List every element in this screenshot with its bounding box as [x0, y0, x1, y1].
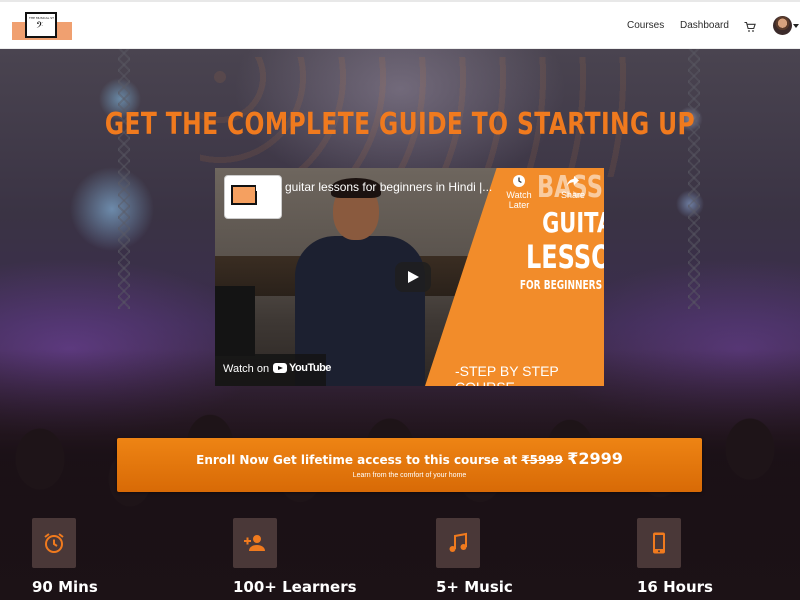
- enroll-main-text: Enroll Now Get lifetime access to this c…: [117, 449, 702, 468]
- feature-tile-music: [436, 518, 480, 568]
- feature-tile-duration: [32, 518, 76, 568]
- thumb-text-lessons: LESSONS: [525, 238, 604, 276]
- add-person-icon: [244, 535, 265, 551]
- watch-on-label: Watch on: [223, 363, 270, 375]
- share-label: Share: [560, 190, 586, 200]
- hero-section: GET THE COMPLETE GUIDE TO STARTING UP BA…: [0, 49, 800, 600]
- alarm-clock-icon: [44, 533, 64, 553]
- watch-later-button[interactable]: Watch Later: [498, 174, 540, 210]
- user-avatar[interactable]: [773, 16, 792, 35]
- enroll-now-button[interactable]: Enroll Now Get lifetime access to this c…: [117, 438, 702, 492]
- music-note-icon: [449, 532, 467, 552]
- watch-later-label: Watch Later: [506, 190, 532, 210]
- old-price: ₹5999: [521, 453, 563, 467]
- thumb-text-guitar: GUITAR: [542, 206, 604, 239]
- stage-truss-left: [118, 49, 130, 309]
- nav-link-courses[interactable]: Courses: [627, 20, 664, 31]
- enroll-label: Enroll Now Get lifetime access to this c…: [196, 453, 518, 467]
- video-embed[interactable]: BASS GUITAR LESSONS FOR BEGINNERS IN हिं…: [215, 168, 604, 386]
- cart-icon[interactable]: [744, 20, 756, 32]
- feature-label-learners: 100+ Learners: [233, 578, 357, 596]
- thumb-text-step-by-step: -STEP BY STEP COURSE-: [455, 363, 559, 386]
- feature-label-music: 5+ Music: [436, 578, 513, 596]
- chevron-down-icon[interactable]: [793, 24, 799, 28]
- logo-box: THE MUSICAL ST 𝄢: [25, 12, 57, 38]
- youtube-wordmark: YouTube: [289, 362, 331, 374]
- thumb-text-for-beginners: FOR BEGINNERS IN हिंदी: [519, 278, 604, 292]
- watch-on-youtube-button[interactable]: Watch on YouTube: [215, 354, 331, 386]
- feature-tile-learners: [233, 518, 277, 568]
- video-title[interactable]: Bass guitar lessons for beginners in Hin…: [255, 180, 492, 194]
- site-logo[interactable]: THE MUSICAL ST 𝄢: [12, 8, 72, 44]
- new-price: ₹2999: [567, 449, 623, 468]
- enroll-subtext: Learn from the comfort of your home: [352, 472, 467, 479]
- clock-icon: [513, 175, 525, 187]
- navbar: THE MUSICAL ST 𝄢 Courses Dashboard: [0, 2, 800, 49]
- channel-logo-inner: [231, 185, 257, 205]
- feature-tile-hours: [637, 518, 681, 568]
- stage-truss-right: [688, 49, 700, 309]
- bass-clef-icon: 𝄢: [36, 20, 44, 33]
- hero-title: GET THE COMPLETE GUIDE TO STARTING UP: [104, 107, 696, 142]
- youtube-logo-icon: [273, 363, 287, 373]
- feature-label-hours: 16 Hours: [637, 578, 713, 596]
- smartphone-icon: [653, 532, 665, 554]
- feature-label-duration: 90 Mins: [32, 578, 98, 596]
- video-amp: [215, 286, 255, 356]
- nav-link-dashboard[interactable]: Dashboard: [680, 20, 729, 31]
- share-icon: [567, 176, 579, 186]
- share-button[interactable]: Share: [558, 174, 588, 200]
- play-icon[interactable]: [395, 262, 431, 292]
